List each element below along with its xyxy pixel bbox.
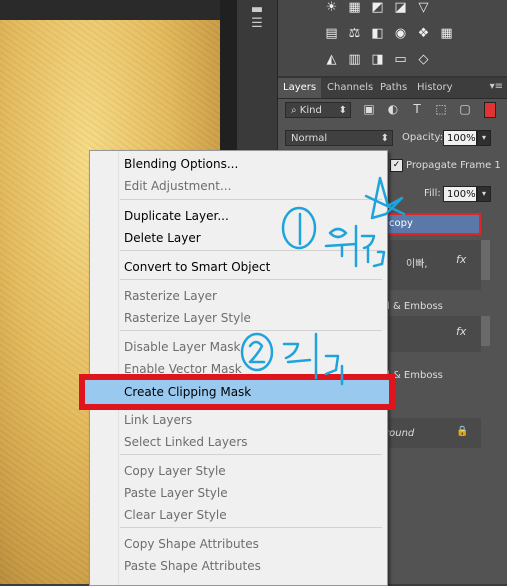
propagate-label: Propagate Frame 1	[406, 160, 501, 171]
menu-item-disable-layer-mask: Disable Layer Mask	[124, 340, 241, 354]
menu-item-convert-to-smart-object[interactable]: Convert to Smart Object	[124, 256, 270, 278]
menu-separator	[120, 199, 382, 200]
layer-context-menu: Blending Options... Edit Adjustment... Dup…	[89, 150, 388, 586]
effect-bevel-emboss: l & Emboss	[387, 301, 443, 312]
tab-layers[interactable]: Layers	[278, 78, 322, 98]
adjustment-filter-icon[interactable]: ◐	[386, 102, 400, 116]
photo-filter-icon[interactable]: ◉	[393, 26, 408, 41]
menu-item-paste-layer-style: Paste Layer Style	[124, 486, 228, 500]
menu-item-select-linked-layers: Select Linked Layers	[124, 435, 248, 449]
color-balance-icon[interactable]: ⚖	[347, 26, 362, 41]
menu-separator	[120, 527, 382, 528]
type-filter-icon[interactable]: T	[410, 102, 424, 116]
invert-icon[interactable]: ◭	[324, 52, 339, 67]
hue-saturation-icon[interactable]: ▤	[324, 26, 339, 41]
lock-icon: 🔒	[456, 426, 469, 437]
layer-name: copy	[389, 218, 413, 229]
smart-object-filter-icon[interactable]: ▢	[458, 102, 472, 116]
vibrance-icon[interactable]: ▽	[416, 0, 431, 15]
opacity-field[interactable]: 100%	[443, 130, 477, 146]
posterize-icon[interactable]: ▥	[347, 52, 362, 67]
menu-item-paste-shape-attributes: Paste Shape Attributes	[124, 559, 261, 573]
chevron-updown-icon: ⬍	[338, 105, 347, 116]
selective-color-icon[interactable]: ◇	[416, 52, 431, 67]
menu-item-rasterize-layer: Rasterize Layer	[124, 289, 217, 303]
shape-filter-icon[interactable]: ⬚	[434, 102, 448, 116]
threshold-icon[interactable]: ◨	[370, 52, 385, 67]
scrollbar-thumb[interactable]	[481, 240, 490, 280]
black-white-icon[interactable]: ◧	[370, 26, 385, 41]
propagate-checkbox[interactable]: ✓	[390, 159, 403, 172]
menu-item-rasterize-layer-style: Rasterize Layer Style	[124, 311, 251, 325]
filter-toggle-icon[interactable]	[484, 102, 496, 118]
fill-field[interactable]: 100%	[443, 186, 477, 202]
blend-mode-select[interactable]: Normal ⬍	[285, 130, 393, 146]
pixel-filter-icon[interactable]: ▣	[362, 102, 376, 116]
menu-separator	[120, 330, 382, 331]
filter-kind-label: Kind	[299, 105, 322, 116]
search-icon: ⌕	[291, 105, 297, 116]
color-lookup-icon[interactable]: ▦	[439, 26, 454, 41]
brightness-icon[interactable]: ☀	[324, 0, 339, 15]
menu-item-blending-options[interactable]: Blending Options...	[124, 153, 238, 175]
adjustments-panel: ☀ ▦ ◩ ◪ ▽ ▤ ⚖ ◧ ◉ ❖ ▦ ◭ ▥ ◨ ▭ ◇	[278, 0, 507, 76]
tab-paths[interactable]: Paths	[375, 78, 412, 98]
curves-icon[interactable]: ◩	[370, 0, 385, 15]
menu-separator	[120, 454, 382, 455]
opacity-dropdown-button[interactable]: ▾	[477, 130, 491, 146]
channel-mixer-icon[interactable]: ❖	[416, 26, 431, 41]
gradient-map-icon[interactable]: ▭	[393, 52, 408, 67]
menu-item-copy-shape-attributes: Copy Shape Attributes	[124, 537, 259, 551]
exposure-icon[interactable]: ◪	[393, 0, 408, 15]
fill-label: Fill:	[424, 188, 441, 199]
filter-kind-select[interactable]: ⌕ Kind ⬍	[285, 102, 351, 118]
background-layer-name: round	[385, 428, 415, 439]
scrollbar-thumb[interactable]	[481, 316, 490, 346]
chevron-updown-icon: ⬍	[380, 133, 389, 144]
panel-menu-icon[interactable]: ▾≡	[490, 81, 503, 92]
opacity-label: Opacity:	[402, 132, 444, 143]
menu-separator	[120, 279, 382, 280]
levels-icon[interactable]: ▦	[347, 0, 362, 15]
tab-history[interactable]: History	[412, 78, 458, 98]
menu-item-delete-layer[interactable]: Delete Layer	[124, 227, 201, 249]
menu-item-clear-layer-style: Clear Layer Style	[124, 508, 227, 522]
menu-separator	[120, 250, 382, 251]
fx-icon[interactable]: fx	[456, 253, 466, 266]
menu-gutter	[90, 151, 119, 585]
sliders-icon[interactable]: ☰	[246, 16, 268, 32]
menu-item-edit-adjustment: Edit Adjustment...	[124, 179, 232, 193]
tab-channels[interactable]: Channels	[322, 78, 378, 98]
menu-item-copy-layer-style: Copy Layer Style	[124, 464, 226, 478]
menu-item-duplicate-layer[interactable]: Duplicate Layer...	[124, 205, 229, 227]
layer-name-partial: 이빠,	[406, 259, 428, 270]
menu-item-create-clipping-mask[interactable]: Create Clipping Mask	[124, 381, 251, 403]
layer-row[interactable]	[389, 316, 481, 352]
layer-row[interactable]	[389, 240, 481, 290]
menu-item-link-layers: Link Layers	[124, 413, 193, 427]
blend-mode-label: Normal	[291, 133, 328, 144]
effect-bevel-emboss: l & Emboss	[387, 370, 443, 381]
panel-tabs: Layers Channels Paths History ▾≡	[278, 78, 507, 99]
fill-dropdown-button[interactable]: ▾	[477, 186, 491, 202]
fx-icon[interactable]: fx	[456, 325, 466, 338]
